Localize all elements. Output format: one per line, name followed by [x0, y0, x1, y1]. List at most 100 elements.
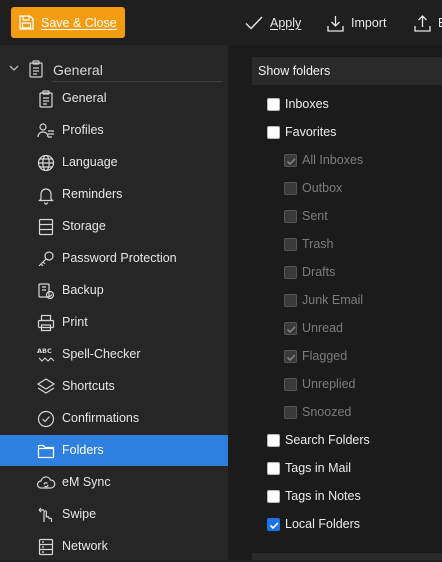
sidebar-item-print[interactable]: Print — [0, 307, 228, 338]
option-label: Inboxes — [285, 97, 329, 111]
sidebar-item-em-sync[interactable]: eM Sync — [0, 467, 228, 498]
option-label: Tags in Mail — [285, 461, 351, 475]
option-sent[interactable]: Sent — [284, 205, 328, 227]
cloud-sync-icon — [36, 473, 56, 493]
sidebar-item-storage[interactable]: Storage — [0, 211, 228, 242]
next-section-header — [252, 553, 442, 560]
sidebar-item-label: Folders — [62, 443, 104, 457]
check-circle-icon — [36, 409, 56, 429]
option-unread[interactable]: Unread — [284, 317, 343, 339]
bell-icon — [36, 185, 56, 205]
export-icon — [414, 14, 431, 32]
folder-icon — [36, 441, 56, 461]
save-close-label: Save & Close — [41, 15, 117, 30]
sidebar-item-backup[interactable]: Backup — [0, 275, 228, 306]
option-label: Tags in Notes — [285, 489, 361, 503]
sidebar-item-reminders[interactable]: Reminders — [0, 179, 228, 210]
option-inboxes[interactable]: Inboxes — [267, 93, 329, 115]
sidebar-item-general[interactable]: General — [0, 83, 228, 114]
sidebar-item-profiles[interactable]: Profiles — [0, 115, 228, 146]
checkbox[interactable] — [284, 265, 297, 279]
layers-icon — [36, 377, 56, 397]
toolbar: Save & Close Apply Import E — [0, 0, 442, 45]
sidebar-item-label: Shortcuts — [62, 379, 115, 393]
sidebar-item-label: Backup — [62, 283, 104, 297]
svg-text:ABC: ABC — [37, 347, 52, 355]
clipboard-icon — [28, 60, 44, 78]
option-tags-in-notes[interactable]: Tags in Notes — [267, 485, 361, 507]
option-label: All Inboxes — [302, 153, 364, 167]
option-flagged[interactable]: Flagged — [284, 345, 347, 367]
option-label: Local Folders — [285, 517, 361, 531]
globe-icon — [36, 153, 56, 173]
checkbox[interactable] — [284, 405, 297, 419]
checkbox[interactable] — [267, 125, 280, 139]
checkbox[interactable] — [284, 209, 297, 223]
group-title: Show folders — [258, 64, 331, 78]
storage-icon — [36, 217, 56, 237]
sidebar-item-language[interactable]: Language — [0, 147, 228, 178]
apply-label: Apply — [270, 16, 302, 30]
sidebar-item-label: Profiles — [62, 123, 104, 137]
option-trash[interactable]: Trash — [284, 233, 334, 255]
sidebar-item-spell-checker[interactable]: ABC Spell-Checker — [0, 339, 228, 370]
chevron-down-icon[interactable] — [8, 62, 20, 74]
checkbox[interactable] — [284, 237, 297, 251]
option-tags-in-mail[interactable]: Tags in Mail — [267, 457, 351, 479]
sidebar-item-confirmations[interactable]: Confirmations — [0, 403, 228, 434]
option-search-folders[interactable]: Search Folders — [267, 429, 370, 451]
checkbox[interactable] — [267, 461, 280, 475]
sidebar-item-label: eM Sync — [62, 475, 111, 489]
sidebar-item-label: Language — [62, 155, 118, 169]
option-outbox[interactable]: Outbox — [284, 177, 342, 199]
sidebar-item-network[interactable]: Network — [0, 531, 228, 562]
checkbox[interactable] — [267, 433, 280, 447]
checkbox[interactable] — [267, 97, 280, 111]
sidebar-item-label: Print — [62, 315, 88, 329]
sidebar-item-label: Reminders — [62, 187, 123, 201]
import-icon — [327, 15, 344, 32]
sidebar-item-folders[interactable]: Folders — [0, 435, 228, 466]
export-label: E — [438, 16, 442, 30]
checkbox[interactable] — [267, 489, 280, 503]
sidebar-item-swipe[interactable]: Swipe — [0, 499, 228, 530]
printer-icon — [36, 313, 56, 333]
sidebar-item-label: Network — [62, 539, 108, 553]
checkbox-checked[interactable] — [267, 517, 280, 531]
checkbox-checked[interactable] — [284, 321, 297, 335]
option-drafts[interactable]: Drafts — [284, 261, 335, 283]
option-local-folders[interactable]: Local Folders — [267, 513, 360, 535]
option-unreplied[interactable]: Unreplied — [284, 373, 356, 395]
sidebar-item-label: Password Protection — [62, 251, 177, 265]
checkbox-checked[interactable] — [284, 349, 297, 363]
sidebar-section-label: General — [53, 62, 103, 78]
sidebar-item-shortcuts[interactable]: Shortcuts — [0, 371, 228, 402]
apply-button[interactable]: Apply — [245, 12, 301, 34]
option-label: Drafts — [302, 265, 336, 279]
profiles-icon — [36, 121, 56, 141]
main-panel: Show folders Inboxes Favorites All Inbox… — [228, 45, 442, 560]
checkmark-icon — [245, 15, 263, 31]
option-label: Sent — [302, 209, 328, 223]
sidebar-item-label: Confirmations — [62, 411, 140, 425]
checkbox[interactable] — [284, 181, 297, 195]
sidebar-section-general[interactable]: General — [0, 57, 228, 81]
option-all-inboxes[interactable]: All Inboxes — [284, 149, 363, 171]
spellcheck-icon: ABC — [36, 345, 56, 365]
key-icon — [36, 249, 56, 269]
option-label: Flagged — [302, 349, 348, 363]
sidebar-item-password-protection[interactable]: Password Protection — [0, 243, 228, 274]
option-label: Snoozed — [302, 405, 352, 419]
import-label: Import — [351, 16, 387, 30]
checkbox[interactable] — [284, 377, 297, 391]
option-label: Unread — [302, 321, 343, 335]
checkbox-checked[interactable] — [284, 153, 297, 167]
sidebar-item-label: Swipe — [62, 507, 97, 521]
export-button[interactable]: E — [414, 12, 442, 34]
import-button[interactable]: Import — [327, 12, 386, 34]
option-junk-email[interactable]: Junk Email — [284, 289, 363, 311]
checkbox[interactable] — [284, 293, 297, 307]
option-favorites[interactable]: Favorites — [267, 121, 336, 143]
save-close-button[interactable]: Save & Close — [11, 7, 125, 38]
option-snoozed[interactable]: Snoozed — [284, 401, 351, 423]
